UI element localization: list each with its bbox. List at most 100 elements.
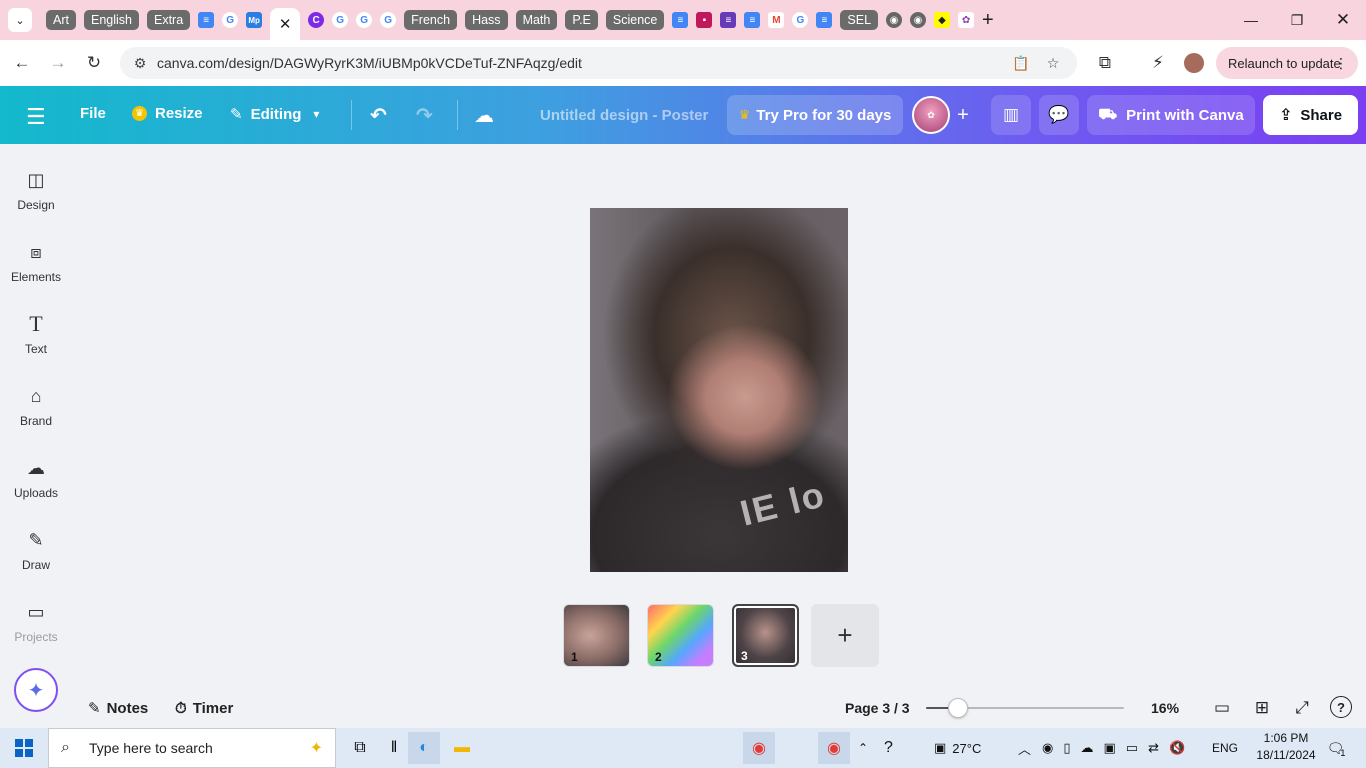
- chrome-icon[interactable]: ◉: [1042, 740, 1053, 756]
- sidebar-item-uploads[interactable]: ☁ Uploads: [0, 456, 72, 516]
- language-indicator[interactable]: ENG: [1212, 728, 1238, 768]
- weather-widget[interactable]: ▣ 27°C: [934, 728, 981, 768]
- insights-button[interactable]: ▥: [991, 95, 1031, 135]
- poster-page[interactable]: IE lo: [590, 208, 848, 572]
- sidebar-item-projects[interactable]: ▭ Projects: [0, 600, 72, 660]
- notification-center-button[interactable]: 🗨 1: [1322, 734, 1350, 762]
- page-thumbnail[interactable]: 1: [563, 604, 630, 667]
- tab-gmail[interactable]: M: [768, 7, 785, 33]
- tab-search-button[interactable]: ⌄: [8, 8, 32, 32]
- help-button[interactable]: ?: [1330, 696, 1352, 718]
- comments-button[interactable]: 💬: [1039, 95, 1079, 135]
- device-icon[interactable]: ▯: [1063, 740, 1070, 756]
- tab-docs[interactable]: ≡: [816, 7, 833, 33]
- tab-english[interactable]: English: [83, 7, 139, 33]
- add-page-button[interactable]: +: [811, 604, 879, 667]
- print-with-canva-button[interactable]: ⛟ Print with Canva: [1087, 95, 1255, 135]
- magic-assistant-button[interactable]: ✦: [14, 668, 58, 712]
- sidebar-item-text[interactable]: T Text: [0, 311, 72, 372]
- notes-button[interactable]: ✎ Notes: [88, 688, 148, 728]
- zoom-slider-handle[interactable]: [948, 698, 968, 718]
- cloud-icon[interactable]: ☁: [1081, 740, 1094, 756]
- fullscreen-button[interactable]: ⤢: [1290, 696, 1314, 720]
- tab-google[interactable]: G: [222, 7, 239, 33]
- tab-art[interactable]: Art: [46, 7, 76, 33]
- taskbar-search-input[interactable]: ⌕ Type here to search ✦: [48, 728, 336, 768]
- widgets-button[interactable]: ‖: [378, 732, 410, 764]
- save-status-button[interactable]: ☁: [474, 103, 494, 128]
- tab-google[interactable]: G: [380, 7, 397, 33]
- relaunch-button[interactable]: Relaunch to update ⋮: [1216, 47, 1358, 79]
- chrome-profile-app[interactable]: ◉: [818, 732, 850, 764]
- forward-button[interactable]: →: [43, 48, 73, 78]
- tab-forms[interactable]: ≡: [720, 7, 737, 33]
- tab-math[interactable]: Math: [515, 7, 558, 33]
- taskbar-clock[interactable]: 1:06 PM 18/11/2024: [1248, 730, 1324, 764]
- tab-sel[interactable]: SEL: [840, 7, 879, 33]
- tab-google[interactable]: G: [332, 7, 349, 33]
- tab-contacts[interactable]: ▪: [696, 7, 713, 33]
- page-thumbnail-selected[interactable]: 3: [732, 604, 799, 667]
- file-button[interactable]: File: [80, 105, 106, 122]
- back-button[interactable]: ←: [7, 48, 37, 78]
- new-tab-button[interactable]: +: [982, 7, 994, 33]
- task-view-button[interactable]: ⧉: [344, 732, 376, 764]
- edge-app[interactable]: ◐: [408, 732, 440, 764]
- editing-mode-button[interactable]: ✎ Editing ▾: [230, 105, 319, 124]
- battery-icon[interactable]: ▭: [1126, 740, 1138, 756]
- tab-mp[interactable]: Mp: [246, 7, 263, 33]
- help-tray-icon[interactable]: ?: [884, 728, 893, 768]
- tab-docs[interactable]: ≡: [744, 7, 761, 33]
- file-explorer-app[interactable]: ▬: [446, 732, 478, 764]
- close-window-button[interactable]: ✕: [1320, 0, 1366, 40]
- add-people-button[interactable]: +: [955, 95, 971, 135]
- zoom-value[interactable]: 16%: [1151, 688, 1179, 728]
- reload-button[interactable]: ↻: [79, 48, 109, 78]
- tab-science[interactable]: Science: [605, 7, 665, 33]
- performance-button[interactable]: ⚡: [1143, 48, 1173, 78]
- share-button[interactable]: ⇪ Share: [1263, 95, 1358, 135]
- omnibox[interactable]: ⚙ canva.com/design/DAGWyRyrK3M/iUBMp0kVC…: [120, 47, 1077, 79]
- sidebar-item-design[interactable]: ◫ Design: [0, 168, 72, 228]
- minimize-button[interactable]: —: [1228, 0, 1274, 40]
- start-button[interactable]: [0, 728, 48, 768]
- sidebar-item-draw[interactable]: ✎ Draw: [0, 528, 72, 588]
- tab-chrome[interactable]: ◉: [910, 7, 927, 33]
- restore-button[interactable]: ❐: [1274, 0, 1320, 40]
- timer-button[interactable]: ⏱ Timer: [175, 688, 233, 728]
- tab-hass[interactable]: Hass: [465, 7, 508, 33]
- close-icon[interactable]: ✕: [279, 15, 292, 33]
- design-title[interactable]: Untitled design - Poster: [528, 98, 720, 132]
- sidebar-item-elements[interactable]: ⧈ Elements: [0, 240, 72, 300]
- page-view-button[interactable]: ▭: [1210, 696, 1234, 720]
- redo-button[interactable]: ↷: [416, 103, 433, 128]
- tray-overflow-button[interactable]: ⌃: [858, 728, 868, 768]
- page-thumbnail[interactable]: 2: [647, 604, 714, 667]
- network-icon[interactable]: ⇄: [1148, 740, 1159, 756]
- extensions-button[interactable]: ⧉: [1090, 48, 1120, 78]
- tab-pe[interactable]: P.E: [565, 7, 598, 33]
- tab-photos[interactable]: ✿: [958, 7, 975, 33]
- url-text[interactable]: canva.com/design/DAGWyRyrK3M/iUBMp0kVCDe…: [157, 55, 582, 71]
- undo-button[interactable]: ↶: [370, 103, 387, 128]
- tab-chrome[interactable]: ◉: [886, 7, 903, 33]
- menu-button[interactable]: ☰: [26, 104, 46, 130]
- tab-docs[interactable]: ≡: [198, 7, 215, 33]
- page-indicator[interactable]: Page 3 / 3: [845, 688, 910, 728]
- grid-view-button[interactable]: ⊞: [1250, 696, 1274, 720]
- tab-snapchat[interactable]: ◆: [934, 7, 951, 33]
- sidebar-item-brand[interactable]: ⌂ Brand: [0, 384, 72, 444]
- tab-docs[interactable]: ≡: [672, 7, 689, 33]
- try-pro-button[interactable]: ♛ Try Pro for 30 days: [727, 95, 903, 135]
- star-icon[interactable]: ☆: [1043, 53, 1063, 73]
- chrome-app[interactable]: ◉: [743, 732, 775, 764]
- tab-google[interactable]: G: [792, 7, 809, 33]
- profile-button[interactable]: [1179, 48, 1209, 78]
- tab-active-canva[interactable]: ✕: [270, 8, 301, 40]
- tab-extra[interactable]: Extra: [146, 7, 191, 33]
- clipboard-icon[interactable]: 📋: [1011, 53, 1031, 73]
- resize-button[interactable]: ♛ Resize: [132, 105, 203, 122]
- volume-muted-icon[interactable]: 🔇: [1169, 740, 1185, 756]
- tab-french[interactable]: French: [404, 7, 458, 33]
- remote-icon[interactable]: ▣: [1104, 740, 1116, 756]
